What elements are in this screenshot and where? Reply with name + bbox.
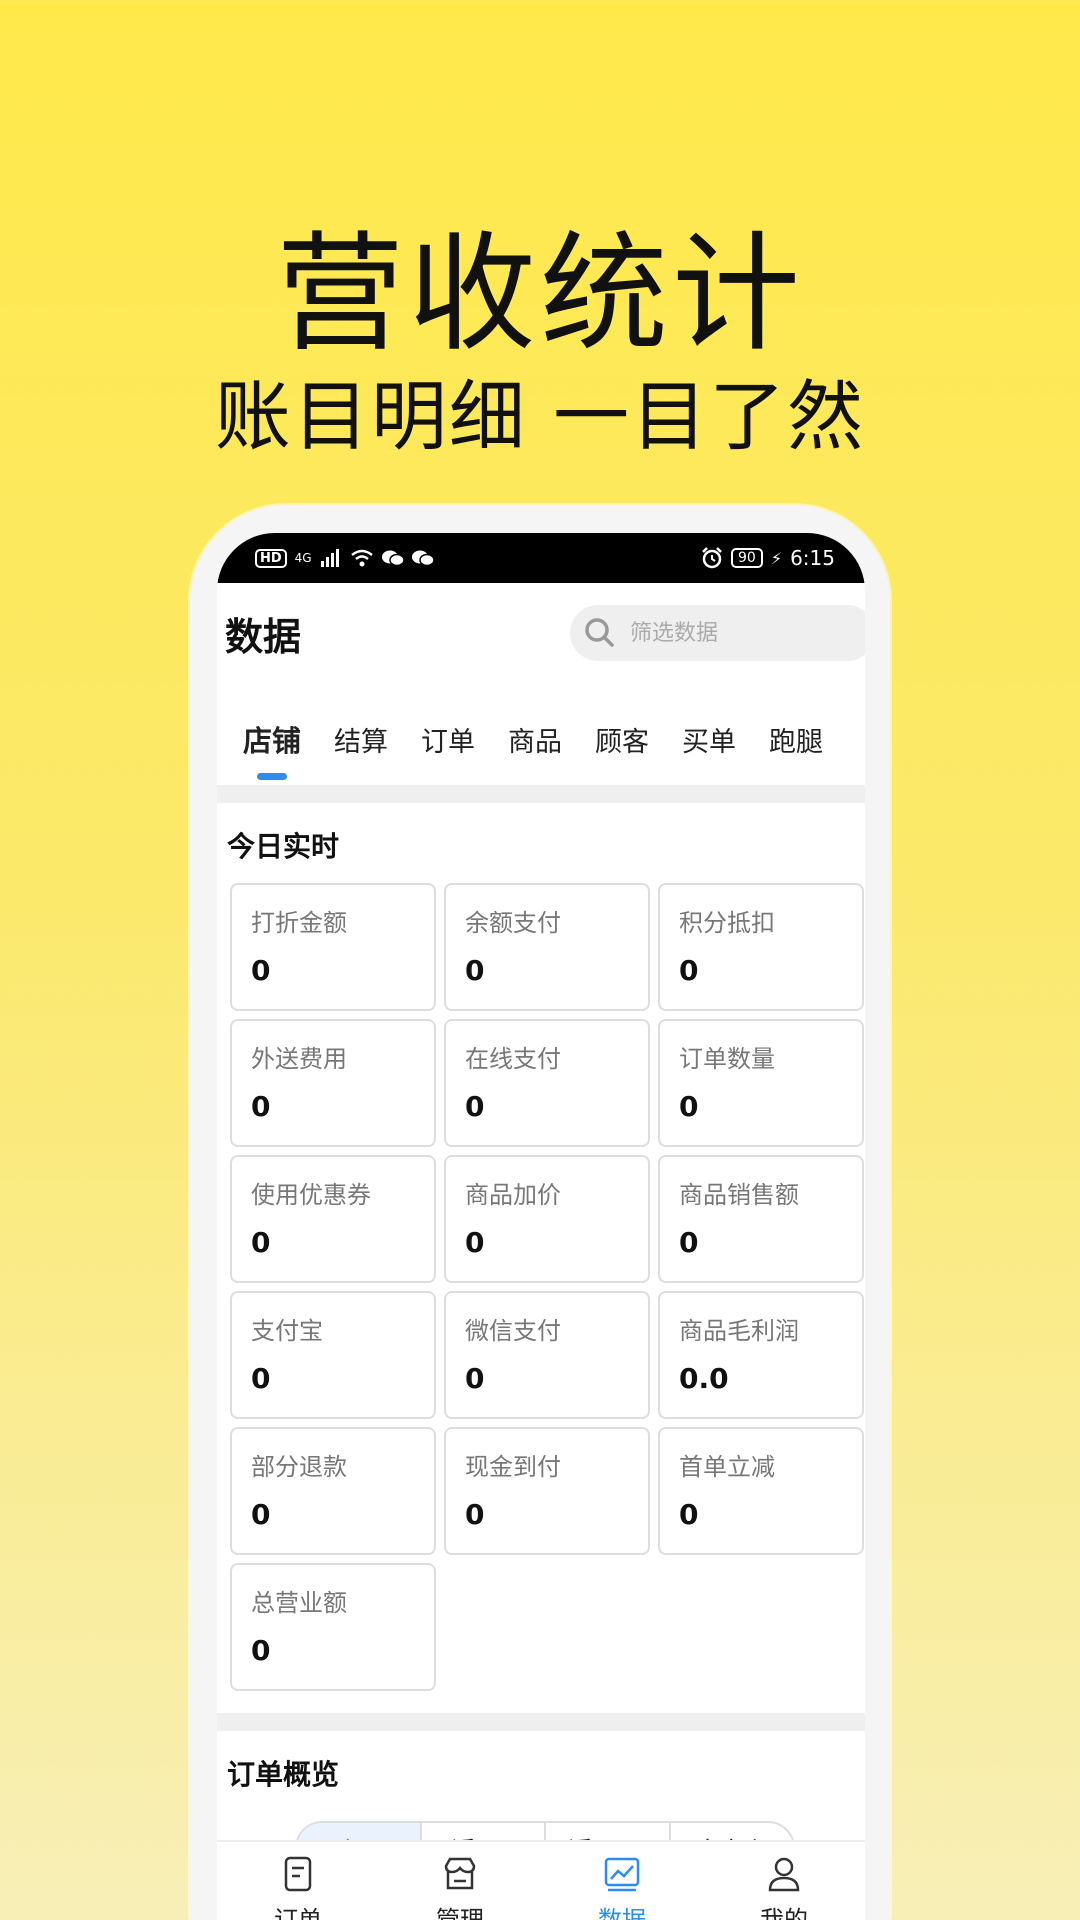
- stat-card[interactable]: 外送费用 0: [230, 1019, 436, 1147]
- stat-label: 商品加价: [465, 1181, 561, 1209]
- stat-label: 打折金额: [251, 909, 347, 937]
- stat-value: 0: [465, 954, 485, 987]
- nav-label: 数据: [598, 1906, 646, 1920]
- stat-value: 0: [251, 1362, 271, 1395]
- stat-value: 0: [251, 1498, 271, 1531]
- stat-card[interactable]: 商品加价 0: [444, 1155, 650, 1283]
- section-divider: [217, 785, 865, 803]
- stat-value: 0: [465, 1226, 485, 1259]
- search-icon: [585, 618, 614, 647]
- stat-value: 0: [251, 1090, 271, 1123]
- bottom-navigation: 订单 管理 数据 我的: [217, 1840, 865, 1920]
- stat-label: 积分抵扣: [679, 909, 775, 937]
- stat-card[interactable]: 打折金额 0: [230, 883, 436, 1011]
- realtime-title: 今日实时: [227, 830, 340, 863]
- tab-products[interactable]: 商品: [508, 710, 562, 759]
- search-input[interactable]: [630, 620, 830, 646]
- stat-card[interactable]: 使用优惠券 0: [230, 1155, 436, 1283]
- stat-value: 0: [251, 1226, 271, 1259]
- stat-card[interactable]: 现金到付 0: [444, 1427, 650, 1555]
- stat-label: 现金到付: [465, 1453, 561, 1481]
- nav-label: 管理: [436, 1906, 484, 1920]
- stat-card[interactable]: 总营业额 0: [230, 1563, 436, 1691]
- stat-value: 0: [679, 1498, 699, 1531]
- stat-label: 支付宝: [251, 1317, 323, 1345]
- realtime-grid: 打折金额 0 余额支付 0 积分抵扣 0 外送费用 0 在线支付 0 订单数量 0 使用优惠…: [217, 883, 865, 1691]
- store-icon: [444, 1857, 476, 1890]
- stat-label: 商品销售额: [679, 1181, 799, 1209]
- stat-card[interactable]: 部分退款 0: [230, 1427, 436, 1555]
- overview-title: 订单概览: [227, 1758, 340, 1791]
- stat-card[interactable]: 在线支付 0: [444, 1019, 650, 1147]
- stat-value: 0: [679, 1090, 699, 1123]
- section-divider: [217, 1713, 865, 1731]
- stat-value: 0: [465, 1362, 485, 1395]
- tab-errand[interactable]: 跑腿: [769, 710, 823, 759]
- stat-label: 商品毛利润: [679, 1317, 799, 1345]
- stat-value: 0.0: [679, 1362, 729, 1395]
- category-tabs: 店铺 结算 订单 商品 顾客 买单 跑腿: [217, 683, 865, 785]
- network-type: 4G: [294, 551, 312, 565]
- charging-icon: ⚡: [770, 548, 783, 568]
- status-bar: HD 4G 90 ⚡ 6:15: [217, 533, 865, 583]
- user-icon: [768, 1857, 800, 1892]
- tab-store[interactable]: 店铺: [243, 708, 301, 760]
- nav-profile[interactable]: 我的: [703, 1842, 865, 1920]
- nav-label: 订单: [274, 1906, 322, 1920]
- signal-icon: [320, 549, 339, 567]
- app-header: 数据: [217, 583, 865, 683]
- stat-label: 部分退款: [251, 1453, 347, 1481]
- tab-orders[interactable]: 订单: [421, 710, 475, 759]
- stat-label: 首单立减: [679, 1453, 775, 1481]
- stat-card[interactable]: 余额支付 0: [444, 883, 650, 1011]
- stat-value: 0: [465, 1090, 485, 1123]
- order-icon: [284, 1856, 312, 1892]
- battery-indicator: 90: [731, 548, 763, 568]
- phone-screen: HD 4G 90 ⚡ 6:15 数据 筛选数据 店铺 结算 订单 商品 顾客 买…: [217, 533, 865, 1920]
- stat-card[interactable]: 商品销售额 0: [658, 1155, 864, 1283]
- stat-label: 余额支付: [465, 909, 561, 937]
- promo-title: 营收统计: [275, 220, 804, 369]
- alarm-icon: [702, 547, 722, 569]
- stat-card[interactable]: 支付宝 0: [230, 1291, 436, 1419]
- stat-label: 使用优惠券: [251, 1181, 371, 1209]
- clock: 6:15: [790, 546, 835, 570]
- promo-subtitle: 账目明细 一目了然: [214, 372, 866, 461]
- stat-value: 0: [251, 954, 271, 987]
- stat-value: 0: [465, 1498, 485, 1531]
- stat-card[interactable]: 积分抵扣 0: [658, 883, 864, 1011]
- tab-settlement[interactable]: 结算: [334, 710, 388, 759]
- nav-manage[interactable]: 管理: [379, 1842, 541, 1920]
- stat-label: 总营业额: [251, 1589, 347, 1617]
- stat-label: 订单数量: [679, 1045, 775, 1073]
- tab-customers[interactable]: 顾客: [595, 710, 649, 759]
- stat-label: 微信支付: [465, 1317, 561, 1345]
- stat-value: 0: [679, 1226, 699, 1259]
- stat-label: 外送费用: [251, 1045, 347, 1073]
- stat-value: 0: [251, 1634, 271, 1667]
- hd-badge: HD: [255, 548, 287, 568]
- stat-card[interactable]: 微信支付 0: [444, 1291, 650, 1419]
- wifi-icon: [350, 549, 373, 567]
- stat-value: 0: [679, 954, 699, 987]
- page-title: 数据: [225, 614, 302, 659]
- stat-label: 在线支付: [465, 1045, 561, 1073]
- stat-card[interactable]: 商品毛利润 0.0: [658, 1291, 864, 1419]
- nav-data[interactable]: 数据: [541, 1842, 703, 1920]
- chart-icon: [604, 1857, 640, 1892]
- tab-pay-bill[interactable]: 买单: [682, 710, 736, 759]
- wechat-icon: [381, 550, 404, 567]
- nav-orders[interactable]: 订单: [217, 1842, 379, 1920]
- stat-card[interactable]: 首单立减 0: [658, 1427, 864, 1555]
- search-bar[interactable]: [570, 605, 865, 661]
- wechat-icon-2: [411, 550, 434, 567]
- nav-label: 我的: [760, 1906, 808, 1920]
- stat-card[interactable]: 订单数量 0: [658, 1019, 864, 1147]
